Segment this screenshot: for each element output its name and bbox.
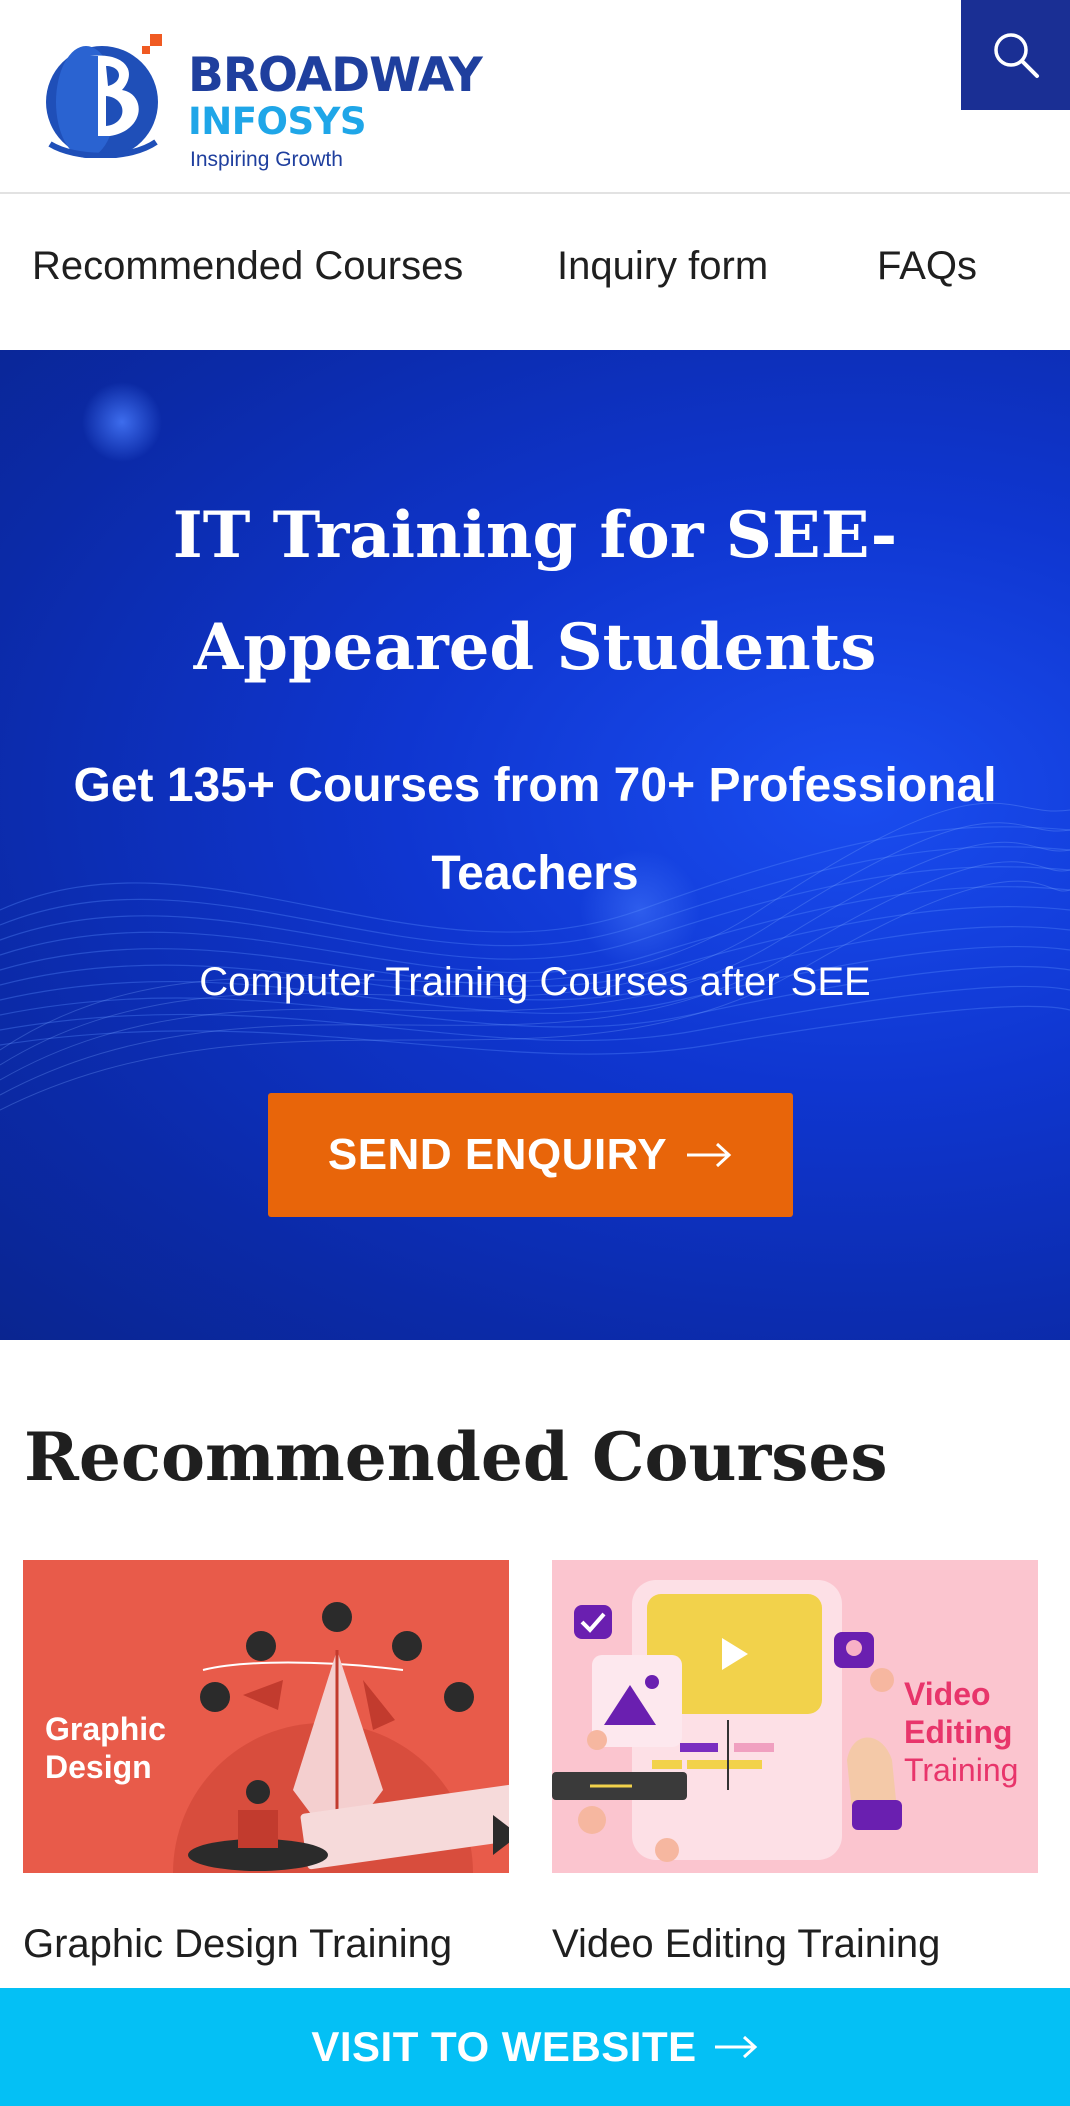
arrow-right-icon	[714, 2035, 757, 2059]
top-nav: Recommended Courses Inquiry form FAQs	[0, 196, 1070, 350]
send-enquiry-label: SEND ENQUIRY	[327, 1130, 668, 1179]
nav-item-faqs[interactable]: FAQs	[877, 244, 977, 289]
visit-website-button[interactable]: VISIT TO WEBSITE	[0, 1988, 1070, 2106]
nav-item-inquiry-form[interactable]: Inquiry form	[557, 244, 768, 289]
hero-tagline: Computer Training Courses after SEE	[199, 960, 871, 1004]
hero-banner: IT Training for SEE-Appeared Students Ge…	[0, 350, 1070, 1340]
graphic-design-image[interactable]: Graphic Design	[23, 1560, 509, 1873]
video-editing-image[interactable]: Video Editing Training	[552, 1560, 1038, 1873]
site-header: BROADWAY INFOSYS Inspiring Growth	[0, 0, 1070, 194]
arrow-right-icon	[687, 1142, 732, 1168]
search-icon	[993, 33, 1039, 78]
video-editing-image-text-2: Editing	[904, 1714, 1013, 1750]
hero-title: IT Training for SEE-Appeared Students	[172, 498, 898, 685]
visit-website-label: VISIT TO WEBSITE	[311, 2023, 697, 2070]
broadway-logo[interactable]: BROADWAY INFOSYS Inspiring Growth	[46, 18, 506, 178]
brand-name-line2: INFOSYS	[188, 100, 367, 143]
section-title-recommended: Recommended Courses	[24, 1418, 888, 1496]
hero-subtitle: Get 135+ Courses from 70+ Professional T…	[73, 759, 997, 900]
course-card-graphic-design[interactable]: Graphic Design Graphic Design Training	[23, 1560, 509, 1966]
send-enquiry-button[interactable]: SEND ENQUIRY	[268, 1093, 793, 1217]
course-card-video-editing[interactable]: Video Editing Training Video Editing Tra…	[552, 1560, 1038, 1966]
course-title-video-editing[interactable]: Video Editing Training	[552, 1922, 940, 1967]
video-editing-image-text-1: Video	[904, 1676, 991, 1712]
logo-mark-icon	[46, 34, 162, 158]
search-button[interactable]	[961, 0, 1070, 110]
graphic-design-image-text: Graphic Design	[45, 1711, 166, 1785]
video-editing-image-text-3: Training	[904, 1752, 1019, 1788]
nav-item-recommended-courses[interactable]: Recommended Courses	[32, 244, 463, 289]
brand-tagline: Inspiring Growth	[190, 148, 343, 171]
course-title-graphic-design[interactable]: Graphic Design Training	[23, 1922, 452, 1967]
brand-name-line1: BROADWAY	[188, 48, 483, 103]
